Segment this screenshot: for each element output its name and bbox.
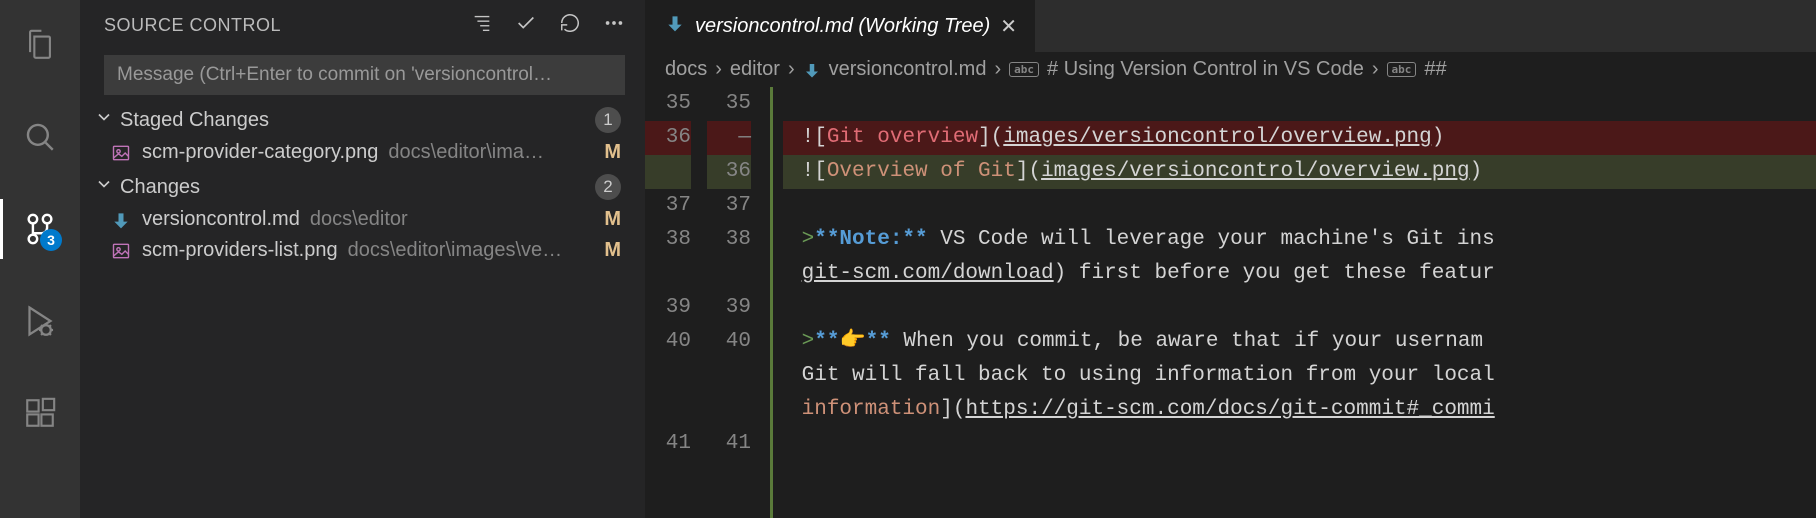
changes-count-badge: 2: [595, 174, 621, 200]
chevron-right-icon: ›: [994, 58, 1001, 81]
code-line: >**Note:** VS Code will leverage your ma…: [783, 223, 1816, 257]
string-icon: abc: [1009, 62, 1039, 77]
file-name: scm-providers-list.png: [142, 239, 338, 262]
activity-bar: 3: [0, 0, 80, 518]
staged-count-badge: 1: [595, 107, 621, 133]
changes-header[interactable]: Changes 2: [80, 168, 645, 204]
section-label: Changes: [120, 176, 200, 199]
file-path: docs\editor\ima…: [388, 141, 544, 164]
close-icon[interactable]: ✕: [1000, 14, 1017, 39]
file-path: docs\editor: [310, 208, 408, 231]
diff-marker: [767, 87, 773, 518]
image-file-icon: [110, 143, 132, 163]
source-control-icon[interactable]: 3: [0, 199, 80, 259]
editor-area: versioncontrol.md (Working Tree) ✕ docs …: [645, 0, 1816, 518]
file-name: versioncontrol.md: [142, 208, 300, 231]
explorer-icon[interactable]: [0, 15, 80, 75]
code-line: ![Overview of Git](images/versioncontrol…: [783, 155, 1816, 189]
code-line: [783, 87, 1816, 121]
code-line: [783, 427, 1816, 461]
sidebar-title: SOURCE CONTROL: [104, 15, 281, 36]
code-line: [783, 189, 1816, 223]
staged-changes-header[interactable]: Staged Changes 1: [80, 101, 645, 137]
crumb-file[interactable]: versioncontrol.md: [829, 58, 987, 81]
crumb-docs[interactable]: docs: [665, 58, 707, 81]
gutter-original: 35 36 37 38 39 40 41: [645, 87, 707, 518]
changed-file-row[interactable]: scm-providers-list.png docs\editor\image…: [80, 235, 645, 266]
code-line: [783, 291, 1816, 325]
extensions-icon[interactable]: [0, 383, 80, 443]
view-as-tree-icon[interactable]: [471, 12, 493, 39]
crumb-heading[interactable]: # Using Version Control in VS Code: [1047, 58, 1364, 81]
markdown-file-icon: [665, 13, 685, 39]
chevron-down-icon: [94, 174, 114, 200]
crumb-editor[interactable]: editor: [730, 58, 780, 81]
scm-badge: 3: [40, 229, 62, 251]
code-line: ![Git overview](images/versioncontrol/ov…: [783, 121, 1816, 155]
chevron-right-icon: ›: [715, 58, 722, 81]
crumb-subheading[interactable]: ##: [1424, 58, 1446, 81]
chevron-right-icon: ›: [788, 58, 795, 81]
gutter-modified: 35 — 36 37 38 39 40 41: [707, 87, 767, 518]
section-label: Staged Changes: [120, 109, 269, 132]
markdown-file-icon: [110, 210, 132, 230]
refresh-icon[interactable]: [559, 12, 581, 39]
search-icon[interactable]: [0, 107, 80, 167]
commit-message-input[interactable]: Message (Ctrl+Enter to commit on 'versio…: [104, 55, 625, 95]
code-line: >**👉** When you commit, be aware that if…: [783, 325, 1816, 359]
code-line: Git will fall back to using information …: [783, 359, 1816, 393]
code-line: git-scm.com/download) first before you g…: [783, 257, 1816, 291]
markdown-file-icon: [803, 61, 821, 79]
code-content[interactable]: ![Git overview](images/versioncontrol/ov…: [783, 87, 1816, 518]
file-path: docs\editor\images\ve…: [348, 239, 563, 262]
chevron-down-icon: [94, 107, 114, 133]
staged-file-row[interactable]: scm-provider-category.png docs\editor\im…: [80, 137, 645, 168]
run-debug-icon[interactable]: [0, 291, 80, 351]
diff-editor[interactable]: 35 36 37 38 39 40 41 35 — 36 37 38 39 40…: [645, 87, 1816, 518]
source-control-sidebar: SOURCE CONTROL Message (Ctrl+Enter to co…: [80, 0, 645, 518]
string-icon: abc: [1387, 62, 1417, 77]
modified-indicator: M: [604, 239, 621, 262]
modified-indicator: M: [604, 141, 621, 164]
tab-versioncontrol[interactable]: versioncontrol.md (Working Tree) ✕: [645, 0, 1035, 52]
tab-bar: versioncontrol.md (Working Tree) ✕: [645, 0, 1816, 52]
chevron-right-icon: ›: [1372, 58, 1379, 81]
more-actions-icon[interactable]: [603, 12, 625, 39]
breadcrumb[interactable]: docs › editor › versioncontrol.md › abc …: [645, 52, 1816, 87]
commit-icon[interactable]: [515, 12, 537, 39]
file-name: scm-provider-category.png: [142, 141, 378, 164]
image-file-icon: [110, 241, 132, 261]
tab-title: versioncontrol.md (Working Tree): [695, 15, 990, 38]
code-line: information](https://git-scm.com/docs/gi…: [783, 393, 1816, 427]
changed-file-row[interactable]: versioncontrol.md docs\editor M: [80, 204, 645, 235]
modified-indicator: M: [604, 208, 621, 231]
